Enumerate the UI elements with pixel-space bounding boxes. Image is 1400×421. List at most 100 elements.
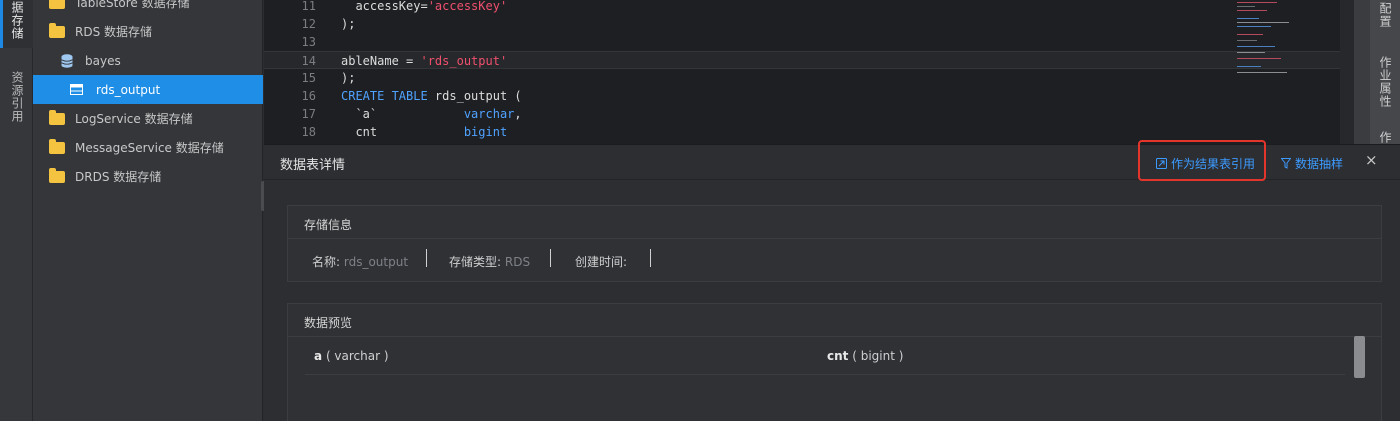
divider <box>550 249 551 267</box>
divider <box>650 249 651 267</box>
tree-item-label: TableStore 数据存储 <box>75 0 190 10</box>
card-title: 存储信息 <box>304 218 353 232</box>
storage-info-card: 存储信息 名称: rds_output 存储类型: RDS 创建时间: <box>287 205 1382 282</box>
code-text: cnt bigint <box>341 123 507 141</box>
column-name: cnt <box>827 349 849 363</box>
rail-tab-resource-reference[interactable]: 资源引用 <box>0 62 33 132</box>
table-detail-panel: 数据表详情 作为结果表引用 数据抽样 × 存储信息 名称: rds_output… <box>264 140 1400 421</box>
line-number: 13 <box>301 35 316 49</box>
code-token: ); <box>341 17 356 31</box>
code-token: 'rds_output' <box>420 54 508 68</box>
tree-item-rds[interactable]: RDS 数据存储 <box>33 17 263 46</box>
panel-header: 数据表详情 作为结果表引用 数据抽样 × <box>264 140 1400 181</box>
tree-item-rds-output[interactable]: rds_output <box>33 75 263 104</box>
code-token: , <box>514 107 522 121</box>
info-name-value: rds_output <box>343 255 409 269</box>
code-token: bigint <box>463 125 508 139</box>
code-text: ); <box>341 15 355 33</box>
column-type: ( varchar ) <box>325 349 389 363</box>
tree-item-label: MessageService 数据存储 <box>75 141 224 155</box>
folder-icon <box>49 138 65 154</box>
line-number: 18 <box>301 125 316 139</box>
line-number: 15 <box>301 71 316 85</box>
code-token: 'accessKey' <box>427 0 508 13</box>
code-token: ); <box>341 71 356 85</box>
folder-icon <box>49 22 65 38</box>
code-line[interactable]: 13 <box>264 33 1354 51</box>
line-number: 12 <box>301 17 316 31</box>
panel-title: 数据表详情 <box>280 158 346 173</box>
filter-icon <box>1281 158 1291 169</box>
column-header-a: a ( varchar ) <box>314 349 389 363</box>
import-icon <box>1156 158 1167 169</box>
rail-tab-more[interactable]: 作 <box>1370 130 1400 144</box>
info-name-label: 名称: <box>312 255 341 269</box>
code-token: varchar <box>463 107 515 121</box>
code-text: CREATE TABLE rds_output ( <box>341 87 522 105</box>
data-sampling-button[interactable]: 数据抽样 <box>1281 155 1343 172</box>
rail-tab-config[interactable]: 配置 <box>1370 0 1400 30</box>
code-token: `a` <box>341 107 464 121</box>
divider <box>288 336 1381 337</box>
info-name: 名称: rds_output <box>312 253 408 270</box>
use-as-result-table-button[interactable]: 作为结果表引用 <box>1156 155 1255 172</box>
code-token: rds_output ( <box>427 89 522 103</box>
right-rail: 配置 作业属性 作 <box>1354 0 1400 144</box>
tree-item-label: DRDS 数据存储 <box>75 170 162 184</box>
line-number: 11 <box>301 0 316 13</box>
code-line[interactable]: 14 ableName = 'rds_output' <box>264 51 1354 69</box>
line-number: 14 <box>301 54 316 68</box>
tree-item-bayes[interactable]: bayes <box>33 46 263 75</box>
data-sampling-label: 数据抽样 <box>1295 157 1344 171</box>
code-text: `a` varchar, <box>341 105 522 123</box>
code-token: ableName = <box>341 54 421 68</box>
rail-tab-job-properties[interactable]: 作业属性 <box>1370 52 1400 112</box>
divider <box>288 238 1381 239</box>
minimap[interactable] <box>1237 0 1297 80</box>
tree-item-tablestore[interactable]: TableStore 数据存储 <box>33 0 263 17</box>
editor-scrollbar[interactable] <box>1340 0 1354 144</box>
info-type-label: 存储类型: <box>449 255 502 269</box>
code-line[interactable]: 16 CREATE TABLE rds_output ( <box>264 87 1354 105</box>
code-text: accessKey='accessKey' <box>341 0 507 15</box>
left-rail: 数据存储 资源引用 <box>0 0 33 421</box>
tree-item-logservice[interactable]: LogService 数据存储 <box>33 104 263 133</box>
column-header-cnt: cnt ( bigint ) <box>827 349 903 363</box>
code-line[interactable]: 17 `a` varchar, <box>264 105 1354 123</box>
code-token: accessKey= <box>341 0 428 13</box>
code-text: ); <box>341 69 355 87</box>
code-token: cnt <box>341 125 464 139</box>
use-as-result-table-label: 作为结果表引用 <box>1171 157 1256 171</box>
info-type: 存储类型: RDS <box>449 253 530 270</box>
storage-tree: TableStore 数据存储 RDS 数据存储 bayes rds_outpu… <box>33 0 263 421</box>
tree-item-label: bayes <box>85 53 121 68</box>
code-line[interactable]: 12); <box>264 15 1354 33</box>
code-line[interactable]: 15); <box>264 69 1354 87</box>
code-token: CREATE TABLE <box>341 89 428 103</box>
close-icon[interactable]: × <box>1365 151 1378 169</box>
info-created-label: 创建时间: <box>575 255 628 269</box>
divider <box>426 249 427 267</box>
tree-item-drds[interactable]: DRDS 数据存储 <box>33 162 263 191</box>
folder-icon <box>49 0 65 9</box>
code-line[interactable]: 11 accessKey='accessKey' <box>264 0 1354 15</box>
tree-item-label: rds_output <box>96 82 161 97</box>
preview-scrollbar[interactable] <box>1354 336 1365 378</box>
data-preview-card: 数据预览 a ( varchar ) cnt ( bigint ) <box>287 303 1382 421</box>
info-type-value: RDS <box>504 255 531 269</box>
tree-item-messageservice[interactable]: MessageService 数据存储 <box>33 133 263 162</box>
rail-tab-data-storage[interactable]: 数据存储 <box>0 0 33 48</box>
code-text: ableName = 'rds_output' <box>341 52 507 70</box>
code-line[interactable]: 18 cnt bigint <box>264 123 1354 141</box>
database-icon <box>61 53 73 68</box>
card-title: 数据预览 <box>304 316 353 330</box>
folder-icon <box>49 109 65 125</box>
tree-item-label: RDS 数据存储 <box>75 25 153 39</box>
code-editor[interactable]: 11 accessKey='accessKey' 12); 13 14 ableName… <box>264 0 1354 144</box>
table-icon <box>70 84 83 95</box>
line-number: 17 <box>301 107 316 121</box>
divider <box>305 374 1345 375</box>
column-type: ( bigint ) <box>852 349 904 363</box>
folder-icon <box>49 167 65 183</box>
column-name: a <box>314 349 323 363</box>
